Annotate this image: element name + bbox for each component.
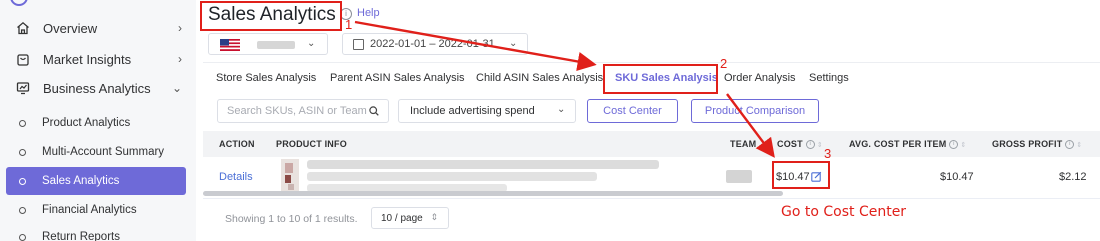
annotation-box-sku-tab (603, 64, 718, 94)
sidebar-subitem-sales-analytics[interactable]: Sales Analytics (6, 167, 186, 195)
tab-settings[interactable]: Settings (809, 72, 849, 84)
chevron-down-icon: ⌄ (171, 81, 182, 95)
chevron-right-icon: › (178, 52, 182, 66)
search-input[interactable]: Search SKUs, ASIN or Team (217, 99, 389, 123)
table-header: ACTION PRODUCT INFO TEAM COST i ⇕ AVG. COS… (203, 131, 1100, 157)
page-size-select[interactable]: 10 / page ⇕ (371, 207, 449, 229)
sidebar-item-label: Market Insights (43, 51, 132, 67)
sort-icon[interactable]: ⇕ (960, 141, 966, 149)
sidebar-subitem-label: Sales Analytics (42, 175, 120, 187)
horizontal-scrollbar[interactable] (203, 191, 783, 196)
sort-icon[interactable]: ⇕ (1076, 141, 1082, 149)
annotation-note: Go to Cost Center (781, 204, 907, 220)
sidebar-item-market-insights[interactable]: Market Insights › (0, 49, 196, 69)
tab-store-sales-analysis[interactable]: Store Sales Analysis (216, 72, 316, 84)
redacted-product-title (307, 160, 659, 169)
sidebar-subitem-label: Product Analytics (42, 117, 131, 129)
product-thumbnail (281, 159, 299, 193)
sidebar-item-business-analytics[interactable]: Business Analytics ⌄ (0, 78, 196, 98)
sidebar-subitem-label: Financial Analytics (42, 204, 137, 216)
column-header-cost[interactable]: COST i ⇕ (777, 139, 823, 150)
advertising-select-value: Include advertising spend (410, 105, 535, 117)
info-icon: i (805, 140, 815, 150)
annotation-step-2: 2 (720, 56, 728, 71)
bag-icon (17, 54, 29, 66)
chevron-down-icon: ⌄ (509, 38, 518, 49)
date-range-picker[interactable]: 2022-01-01 – 2022-01-31 ⌄ (342, 33, 528, 55)
redacted-product-title (307, 172, 597, 181)
date-range-value: 2022-01-01 – 2022-01-31 (370, 38, 495, 50)
sidebar-item-label: Business Analytics (43, 80, 151, 96)
column-header-action: ACTION (219, 139, 255, 149)
column-header-avg-cost-per-item[interactable]: AVG. COST PER ITEM i ⇕ (849, 139, 967, 150)
tab-parent-asin-sales-analysis[interactable]: Parent ASIN Sales Analysis (330, 72, 465, 84)
chevron-down-icon: ⌄ (307, 38, 316, 49)
brand-logo-icon (10, 0, 28, 6)
calendar-icon (353, 39, 364, 50)
chart-monitor-icon (16, 82, 30, 95)
sidebar-subitem-label: Return Reports (42, 231, 120, 241)
sort-updown-icon: ⇕ (430, 212, 438, 222)
home-icon (17, 21, 29, 35)
info-icon: i (1065, 140, 1075, 150)
sidebar: Overview › Market Insights › Business An… (0, 0, 196, 241)
chevron-right-icon: › (178, 21, 182, 35)
info-icon: i (949, 140, 959, 150)
sidebar-subitem-return-reports[interactable]: Return Reports (6, 223, 186, 241)
cost-center-button[interactable]: Cost Center (587, 99, 678, 123)
column-header-product-info: PRODUCT INFO (276, 139, 347, 149)
annotation-step-3: 3 (824, 146, 832, 161)
bullet-circle-icon (19, 119, 26, 127)
bullet-circle-icon (19, 148, 26, 156)
redacted-team (726, 170, 752, 183)
advertising-spend-select[interactable]: Include advertising spend ⌄ (398, 99, 576, 123)
page-size-value: 10 / page (381, 213, 423, 224)
column-header-team: TEAM (730, 139, 757, 149)
details-link[interactable]: Details (219, 171, 253, 183)
sidebar-subitem-product-analytics[interactable]: Product Analytics (6, 109, 186, 137)
sidebar-subitem-label: Multi-Account Summary (42, 146, 165, 158)
avg-cost-per-item-value: $10.47 (940, 171, 974, 183)
sidebar-subitem-financial-analytics[interactable]: Financial Analytics (6, 196, 186, 224)
gross-profit-value: $2.12 (1059, 171, 1087, 183)
column-header-gross-profit[interactable]: GROSS PROFIT i ⇕ (992, 139, 1082, 150)
help-link[interactable]: Help (357, 7, 380, 19)
annotation-step-1: 1 (345, 17, 353, 32)
bullet-circle-icon (19, 177, 26, 185)
bullet-circle-icon (19, 206, 26, 214)
sidebar-subitem-multi-account-summary[interactable]: Multi-Account Summary (6, 138, 186, 166)
redacted-store-name (257, 41, 295, 49)
search-icon (369, 106, 379, 116)
sidebar-item-overview[interactable]: Overview › (0, 18, 196, 38)
annotation-box-cost (772, 161, 830, 189)
annotation-box-title (200, 1, 342, 31)
tab-order-analysis[interactable]: Order Analysis (724, 72, 796, 84)
us-flag-icon (220, 39, 240, 51)
bullet-circle-icon (19, 233, 26, 241)
sort-icon[interactable]: ⇕ (817, 141, 823, 149)
product-comparison-button[interactable]: Product Comparison (691, 99, 819, 123)
pagination-summary: Showing 1 to 10 of 1 results. (225, 213, 358, 225)
search-placeholder: Search SKUs, ASIN or Team (227, 105, 367, 117)
tab-child-asin-sales-analysis[interactable]: Child ASIN Sales Analysis (476, 72, 603, 84)
marketplace-select[interactable]: ⌄ (208, 33, 328, 55)
sidebar-item-label: Overview (43, 20, 98, 36)
chevron-down-icon: ⌄ (557, 104, 566, 115)
